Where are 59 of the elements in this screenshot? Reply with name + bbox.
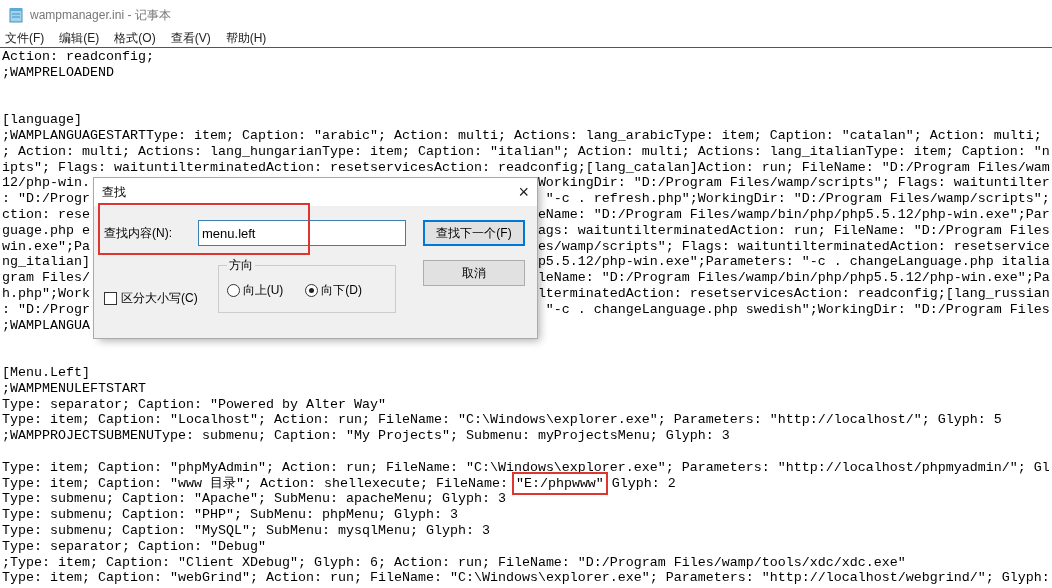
text-line: Type: item; Caption: "webGrind"; Action: run; FileName: "C:\Windows\explorer.exe"; Parameters: "http://localhost/webgrind/"; Glyph: [2,570,1050,586]
group-label: 方向 [227,257,254,274]
menu-item[interactable]: 文件(F) [2,30,51,47]
text-line: "-c . changeLanguage.php swedish";WorkingDir: "D:/Program Files [544,301,1050,318]
dialog-title: 查找 [102,183,126,201]
text-line: h.php";Work [2,285,90,302]
menu-item[interactable]: 格式(O) [111,30,162,47]
text-line: guage.php e [2,222,90,239]
text-line: Type: separator; Caption: "Debug" [2,538,266,554]
text-line: ipts"; Flags: waituntilterminatedAction: resetservicesAction: readconfig;[lang_catalan]Action: run; FileName: "D:/Program Files/wam [2,159,1050,175]
text-line: 12/php-win. [2,175,90,192]
notepad-icon [8,7,24,23]
text-line: [Menu.Left] [2,364,90,380]
text-line: Type: separator; Caption: "Powered by Alter Way" [2,396,386,412]
text-line: es/wamp/scripts"; Flags: waituntilterminatedAction: resetservice [537,238,1050,255]
radio-label: 向上(U) [242,282,284,299]
text-line: Type: item; Caption: "phpMyAdmin"; Action: run; FileName: "C:\Windows\explorer.exe"; Parameters: "http://localhost/phpmyadmin/"; Gl [2,459,1050,475]
text-line: leName: "D:/Program Files/wamp/bin/php/php5.5.12/php-win.exe";Pa [537,270,1050,286]
text-line: Glyph: 2 [610,475,676,491]
text-line: Type: submenu; Caption: "MySQL"; SubMenu: mysqlMenu; Glyph: 3 [2,522,490,538]
text-line: ;WAMPLANGUAGESTARTType: item; Caption: "arabic"; Action: multi; Actions: lang_arabicType: item; Caption: "catalan"; Action: multi; [2,128,1042,143]
text-line: Type: item; Caption: "Localhost"; Action: run; FileName: "C:\Windows\explorer.exe"; Parameters: "http://localhost/"; Glyph: 5 [2,412,1002,428]
menu-item[interactable]: 查看(V) [167,30,217,47]
text-line: ags: waituntilterminatedAction: run; FileName: "D:/Program Files [537,222,1050,239]
text-line: gram Files/ [2,270,90,286]
radio-button[interactable] [305,284,319,297]
text-line: ction: rese [2,206,90,223]
menu-item[interactable]: 帮助(H) [222,30,273,47]
dialog-button[interactable]: 查找下一个(F) [423,220,525,246]
text-line: [language] [2,112,82,128]
text-line: win.exe";Pa [2,238,90,255]
text-line: p5.5.12/php-win.exe";Parameters: "-c . changeLanguage.php italia [537,254,1050,271]
text-line: Type: submenu; Caption: "PHP"; SubMenu: phpMenu; Glyph: 3 [2,507,458,523]
text-line: ;WAMPLANGUA [2,317,90,334]
text-line: Action: readconfig; [2,49,154,64]
text-line: ; Action: multi; Actions: lang_hungarianType: item; Caption: "italian"; Action: multi; Actions: lang_italianType: item; Caption: "n [2,143,1050,159]
text-line: eName: "D:/Program Files/wamp/bin/php/php5.5.12/php-win.exe";Par [537,206,1050,223]
menu-item[interactable]: 编辑(E) [56,30,106,47]
text-line: Type: submenu; Caption: "Apache"; SubMenu: apacheMenu; Glyph: 3 [2,491,506,507]
radio-button[interactable] [226,284,240,297]
window-title: wampmanager.ini - 记事本 [30,6,171,24]
checkbox-label: 区分大小写(C) [121,290,198,307]
text-line: lterminatedAction: resetservicesAction: readconfig;[lang_russian [537,285,1050,302]
text-line: Type: item; Caption: "www 目录"; Action: shellexecute; FileName: [2,475,509,491]
text-line: : "D:/Progr [2,191,90,207]
find-field[interactable]: menu.left [198,220,406,246]
text-line: ;WAMPRELOADEND [2,64,114,80]
text-line: WorkingDir: "D:/Program Files/wamp/scripts"; Flags: waituntilter [537,175,1050,192]
text-line: ;WAMPMENULEFTSTART [2,380,146,396]
dialog-button[interactable]: 取消 [423,260,525,286]
text-line: "-c . refresh.php";WorkingDir: "D:/Program Files/wamp/scripts"; [544,191,1050,207]
find-label: 查找内容(N): [104,224,172,242]
close-button[interactable]: × [518,181,529,203]
checkbox[interactable] [104,292,117,305]
text-line: ;Type: item; Caption: "Client XDebug"; Glyph: 6; Action: run; FileName: "D:/Program Files/wamp/tools/xdc/xdc.exe" [2,554,906,570]
text-line: ng_italian] [2,254,90,271]
text-line: : "D:/Progr [2,301,90,318]
radio-label: 向下(D) [321,282,362,299]
text-line: ;WAMPPROJECTSUBMENUType: submenu; Caption: "My Projects"; Submenu: myProjectsMenu; Glyph: 3 [2,428,730,444]
